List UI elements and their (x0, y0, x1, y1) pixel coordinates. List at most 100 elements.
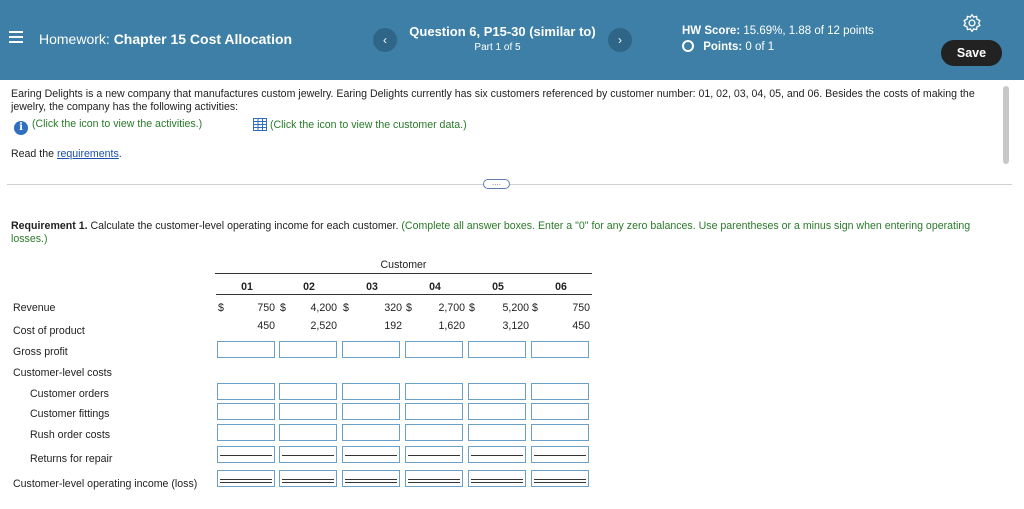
customer-orders-input-6[interactable] (531, 383, 589, 400)
previous-question-button[interactable]: ‹ (373, 28, 397, 52)
total-rule (220, 455, 272, 456)
revenue-02: 4,200 (310, 302, 337, 314)
revenue-01: 750 (257, 302, 275, 314)
column-header-06: 06 (555, 281, 567, 293)
total-rule (471, 482, 523, 483)
gross-profit-input-4[interactable] (405, 341, 463, 358)
rush-order-costs-input-4[interactable] (405, 424, 463, 441)
progress-ring-icon (682, 40, 694, 52)
total-rule (408, 482, 460, 483)
cost-04: 1,620 (438, 320, 465, 332)
customer-fittings-input-6[interactable] (531, 403, 589, 420)
row-label-customer-orders: Customer orders (30, 388, 109, 400)
customer-orders-input-5[interactable] (468, 383, 526, 400)
cost-06: 450 (572, 320, 590, 332)
cost-03: 192 (384, 320, 402, 332)
customer-fittings-input-3[interactable] (342, 403, 400, 420)
activities-link[interactable]: i (Click the icon to view the activities.… (14, 118, 202, 135)
gross-profit-input-1[interactable] (217, 341, 275, 358)
revenue-04: 2,700 (438, 302, 465, 314)
total-rule (408, 479, 460, 480)
hw-score-label: HW Score: (682, 25, 741, 37)
cost-02: 2,520 (310, 320, 337, 332)
activities-link-text[interactable]: (Click the icon to view the activities.) (32, 118, 202, 130)
cost-01: 450 (257, 320, 275, 332)
assignment-name: Chapter 15 Cost Allocation (113, 31, 293, 47)
currency-symbol: $ (532, 302, 538, 314)
menu-icon[interactable] (9, 31, 23, 43)
total-rule (220, 482, 272, 483)
problem-intro: Earing Delights is a new company that ma… (11, 88, 975, 113)
customer-data-link[interactable]: (Click the icon to view the customer dat… (253, 118, 467, 131)
currency-symbol: $ (406, 302, 412, 314)
gross-profit-input-3[interactable] (342, 341, 400, 358)
total-rule (534, 479, 586, 480)
total-rule (345, 482, 397, 483)
customer-fittings-input-2[interactable] (279, 403, 337, 420)
total-rule (345, 479, 397, 480)
gross-profit-input-5[interactable] (468, 341, 526, 358)
assignment-title: Homework: Chapter 15 Cost Allocation (39, 31, 292, 47)
question-part: Part 1 of 5 (474, 42, 521, 53)
revenue-03: 320 (384, 302, 402, 314)
cost-05: 3,120 (502, 320, 529, 332)
row-label-cost-of-product: Cost of product (13, 325, 85, 337)
customer-orders-input-3[interactable] (342, 383, 400, 400)
points-label: Points: (703, 41, 743, 53)
settings-gear-icon[interactable] (962, 13, 982, 33)
total-rule (534, 455, 586, 456)
row-label-returns-for-repair: Returns for repair (30, 453, 113, 465)
points: Points: 0 of 1 (682, 40, 774, 53)
revenue-05: 5,200 (502, 302, 529, 314)
save-button[interactable]: Save (941, 40, 1002, 66)
gross-profit-input-6[interactable] (531, 341, 589, 358)
rush-order-costs-input-1[interactable] (217, 424, 275, 441)
customer-fittings-input-5[interactable] (468, 403, 526, 420)
column-header-01: 01 (241, 281, 253, 293)
total-rule (408, 455, 460, 456)
total-rule (220, 479, 272, 480)
rush-order-costs-input-6[interactable] (531, 424, 589, 441)
total-rule (282, 479, 334, 480)
read-suffix: . (118, 148, 122, 160)
total-rule (345, 455, 397, 456)
requirement-label: Requirement 1. (11, 220, 88, 232)
hw-score-value: 15.69%, 1.88 of 12 points (743, 25, 874, 37)
requirement-body: Calculate the customer-level operating i… (87, 220, 402, 232)
table-grid-icon[interactable] (253, 118, 267, 131)
total-rule (471, 479, 523, 480)
requirements-link[interactable]: requirements (57, 148, 119, 160)
gross-profit-input-2[interactable] (279, 341, 337, 358)
row-label-operating-income: Customer-level operating income (loss) (13, 478, 198, 490)
column-header-04: 04 (429, 281, 441, 293)
row-label-customer-fittings: Customer fittings (30, 408, 110, 420)
rush-order-costs-input-2[interactable] (279, 424, 337, 441)
customer-fittings-input-1[interactable] (217, 403, 275, 420)
read-prefix: Read the (11, 148, 57, 160)
currency-symbol: $ (343, 302, 349, 314)
currency-symbol: $ (469, 302, 475, 314)
column-header-03: 03 (366, 281, 378, 293)
customer-data-link-text[interactable]: (Click the icon to view the customer dat… (270, 119, 467, 131)
rush-order-costs-input-5[interactable] (468, 424, 526, 441)
rush-order-costs-input-3[interactable] (342, 424, 400, 441)
points-value: 0 of 1 (745, 41, 775, 53)
customer-orders-input-1[interactable] (217, 383, 275, 400)
customer-orders-input-2[interactable] (279, 383, 337, 400)
currency-symbol: $ (218, 302, 224, 314)
expand-more-button[interactable]: .... (483, 179, 510, 189)
scrollbar[interactable] (1003, 86, 1009, 164)
info-icon[interactable]: i (14, 121, 28, 135)
hw-score: HW Score: 15.69%, 1.88 of 12 points (682, 25, 874, 37)
customer-group-header: Customer (215, 259, 592, 274)
column-header-02: 02 (303, 281, 315, 293)
customer-orders-input-4[interactable] (405, 383, 463, 400)
column-header-rule (216, 294, 592, 295)
customer-fittings-input-4[interactable] (405, 403, 463, 420)
column-header-05: 05 (492, 281, 504, 293)
next-question-button[interactable]: › (608, 28, 632, 52)
row-label-gross-profit: Gross profit (13, 346, 68, 358)
question-title: Question 6, P15-30 (similar to) (409, 24, 596, 39)
total-rule (282, 455, 334, 456)
currency-symbol: $ (280, 302, 286, 314)
